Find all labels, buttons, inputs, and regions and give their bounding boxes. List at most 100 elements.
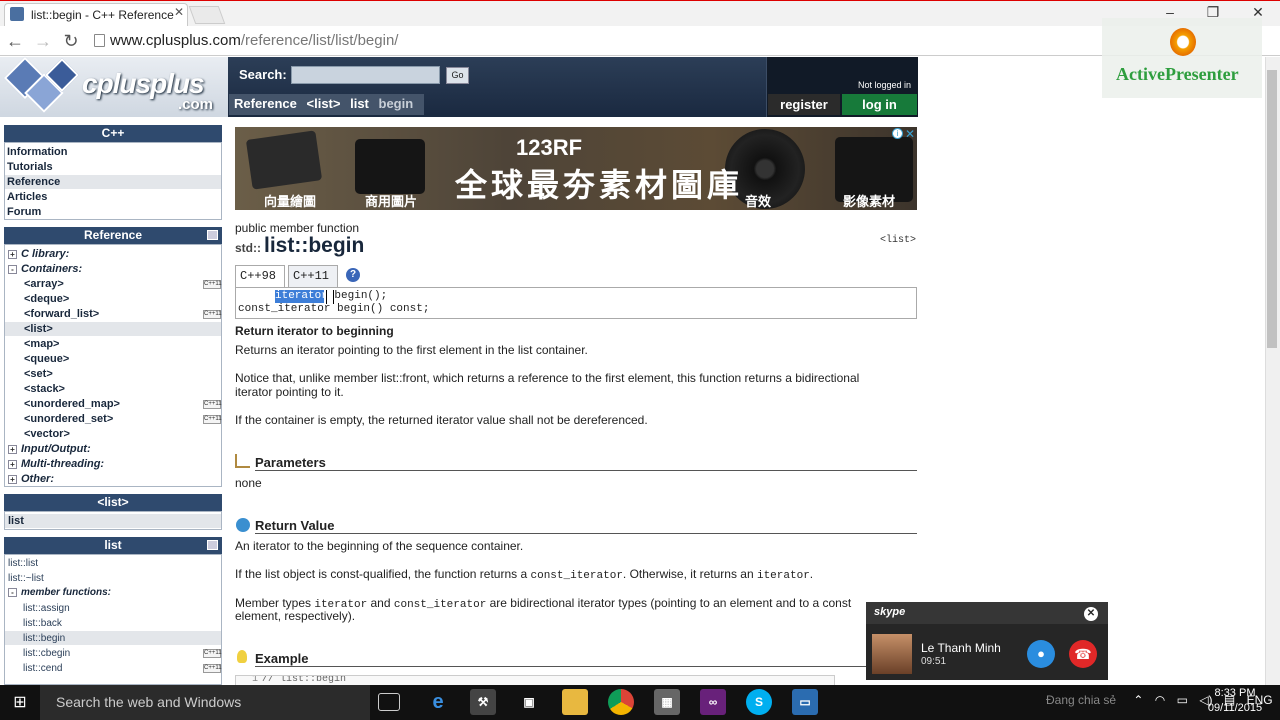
member-destructor[interactable]: list::~list	[8, 573, 44, 584]
sidebar-item-list[interactable]: list	[8, 515, 24, 527]
ad-caption-1: 向量繪圖	[264, 194, 317, 209]
member-function-item[interactable]: list::cbegin	[23, 648, 70, 659]
member-function-item[interactable]: list::begin	[23, 633, 65, 644]
tree-item[interactable]: <vector>	[24, 428, 70, 440]
visual-studio-icon[interactable]: ∞	[700, 689, 726, 715]
forward-icon[interactable]: →	[32, 31, 54, 51]
expand-icon[interactable]: +	[8, 445, 17, 454]
tab-close-icon[interactable]: ✕	[174, 5, 184, 19]
task-view-icon[interactable]	[378, 693, 400, 711]
reload-icon[interactable]: ↻	[60, 31, 82, 51]
tree-item[interactable]: + Other:	[8, 473, 54, 485]
tab-title: list::begin - C++ Reference	[31, 8, 174, 22]
expand-icon[interactable]: +	[8, 475, 17, 484]
expand-icon[interactable]: +	[8, 250, 17, 259]
login-status: Not logged in	[858, 80, 912, 90]
windows-start-icon[interactable]: ⊞	[0, 685, 40, 720]
network-icon[interactable]: ◠	[1155, 693, 1165, 707]
member-constructor[interactable]: list::list	[8, 558, 38, 569]
sidebar-item-reference[interactable]: Reference	[7, 176, 60, 188]
expand-icon[interactable]: +	[8, 460, 17, 469]
tree-item[interactable]: + Multi-threading:	[8, 458, 104, 470]
sidebar-members-title: list	[104, 538, 122, 552]
search-input[interactable]	[291, 66, 440, 84]
const-note-code2: iterator	[756, 570, 810, 582]
tab-cpp98[interactable]: C++98	[235, 265, 285, 287]
back-icon[interactable]: ←	[4, 31, 26, 51]
tree-item[interactable]: <deque>	[24, 293, 69, 305]
collapse-panel-icon[interactable]	[207, 230, 218, 240]
breadcrumb-list[interactable]: list	[350, 96, 369, 111]
sidebar-item-information[interactable]: Information	[7, 146, 68, 158]
new-tab-button[interactable]	[188, 6, 226, 24]
member-function-item[interactable]: list::cend	[23, 663, 62, 674]
battery-icon[interactable]: ▭	[1177, 693, 1188, 707]
member-function-item[interactable]: list::assign	[23, 603, 70, 614]
tree-item[interactable]: <unordered_map>	[24, 398, 120, 410]
namespace-prefix: std::	[235, 241, 261, 255]
cpp11-badge: C++11	[203, 415, 222, 424]
tray-chevron-icon[interactable]: ⌃	[1133, 693, 1143, 707]
tools-icon[interactable]: ⚒	[470, 689, 496, 715]
breadcrumb-reference[interactable]: Reference	[234, 96, 297, 111]
tree-item[interactable]: + Input/Output:	[8, 443, 91, 455]
sidebar-item-tutorials[interactable]: Tutorials	[7, 161, 53, 173]
register-button[interactable]: register	[768, 94, 840, 115]
ad-slogan: 全球最夯素材圖庫	[455, 166, 744, 204]
ad-close-icon[interactable]: ✕	[905, 127, 915, 141]
go-button[interactable]: Go	[446, 67, 469, 84]
taskbar-clock[interactable]: 8:33 PM 09/11/2015	[1205, 686, 1265, 716]
sidebar-reference-title: Reference	[83, 228, 143, 242]
collapse-sign-icon: -	[8, 588, 17, 597]
tree-item[interactable]: - Containers:	[8, 263, 82, 275]
tree-item-label: <vector>	[24, 428, 70, 440]
tab-favicon-icon	[10, 7, 24, 21]
edge-icon[interactable]: e	[425, 689, 451, 715]
app-grid-icon[interactable]: ▦	[654, 689, 680, 715]
sidebar-item-forum[interactable]: Forum	[7, 206, 41, 218]
tree-item[interactable]: <forward_list>	[24, 308, 99, 320]
ad-info-icon[interactable]: i	[892, 128, 903, 139]
example-line-number: 1	[252, 675, 259, 685]
breadcrumb-list-header[interactable]: <list>	[307, 96, 341, 111]
file-explorer-icon[interactable]	[562, 689, 588, 715]
collapse-members-icon[interactable]	[207, 540, 218, 550]
hang-up-icon[interactable]: ☎	[1069, 640, 1097, 668]
tree-item[interactable]: + C library:	[8, 248, 69, 260]
browser-tab[interactable]: list::begin - C++ Reference	[4, 3, 188, 26]
skype-icon[interactable]: S	[746, 689, 772, 715]
member-function-item[interactable]: list::back	[23, 618, 62, 629]
chrome-icon[interactable]	[608, 689, 634, 715]
tree-item[interactable]: <queue>	[24, 353, 69, 365]
taskbar-search-input[interactable]: Search the web and Windows	[40, 685, 370, 720]
tree-item[interactable]: <array>	[24, 278, 64, 290]
header-link[interactable]: <list>	[880, 235, 916, 246]
member-kind: public member function	[235, 221, 360, 235]
member-types-line-2: element, respectively).	[235, 609, 356, 623]
skype-close-icon[interactable]: ✕	[1084, 607, 1098, 621]
microphone-icon[interactable]: ●	[1027, 640, 1055, 668]
sidebar-item-articles[interactable]: Articles	[7, 191, 47, 203]
scrollbar-thumb[interactable]	[1267, 70, 1277, 348]
tree-item[interactable]: <set>	[24, 368, 53, 380]
tree-item[interactable]: <map>	[24, 338, 59, 350]
caller-name: Le Thanh Minh	[921, 641, 1001, 655]
tree-item[interactable]: <unordered_set>	[24, 413, 113, 425]
ad-caption-2: 商用圖片	[365, 194, 418, 209]
collapse-icon[interactable]: -	[8, 265, 17, 274]
const-note: If the list object is const-qualified, t…	[235, 567, 813, 582]
window-app-icon[interactable]: ▭	[792, 689, 818, 715]
text-cursor-icon	[326, 290, 334, 304]
store-icon[interactable]: ▣	[516, 689, 542, 715]
login-button[interactable]: log in	[842, 94, 917, 115]
member-functions-group[interactable]: - member functions:	[8, 587, 111, 598]
tree-item[interactable]: <stack>	[24, 383, 65, 395]
tab-cpp11[interactable]: C++11	[288, 265, 338, 287]
const-note-a: If the list object is const-qualified, t…	[235, 567, 531, 581]
return-value-text: An iterator to the beginning of the sequ…	[235, 539, 524, 553]
help-icon[interactable]: ?	[346, 268, 360, 282]
tree-item[interactable]: <list>	[24, 323, 53, 335]
return-value-rule	[255, 533, 917, 534]
declaration-rest: begin();	[327, 290, 388, 302]
url-field[interactable]: www.cplusplus.com/reference/list/list/be…	[90, 30, 1100, 52]
